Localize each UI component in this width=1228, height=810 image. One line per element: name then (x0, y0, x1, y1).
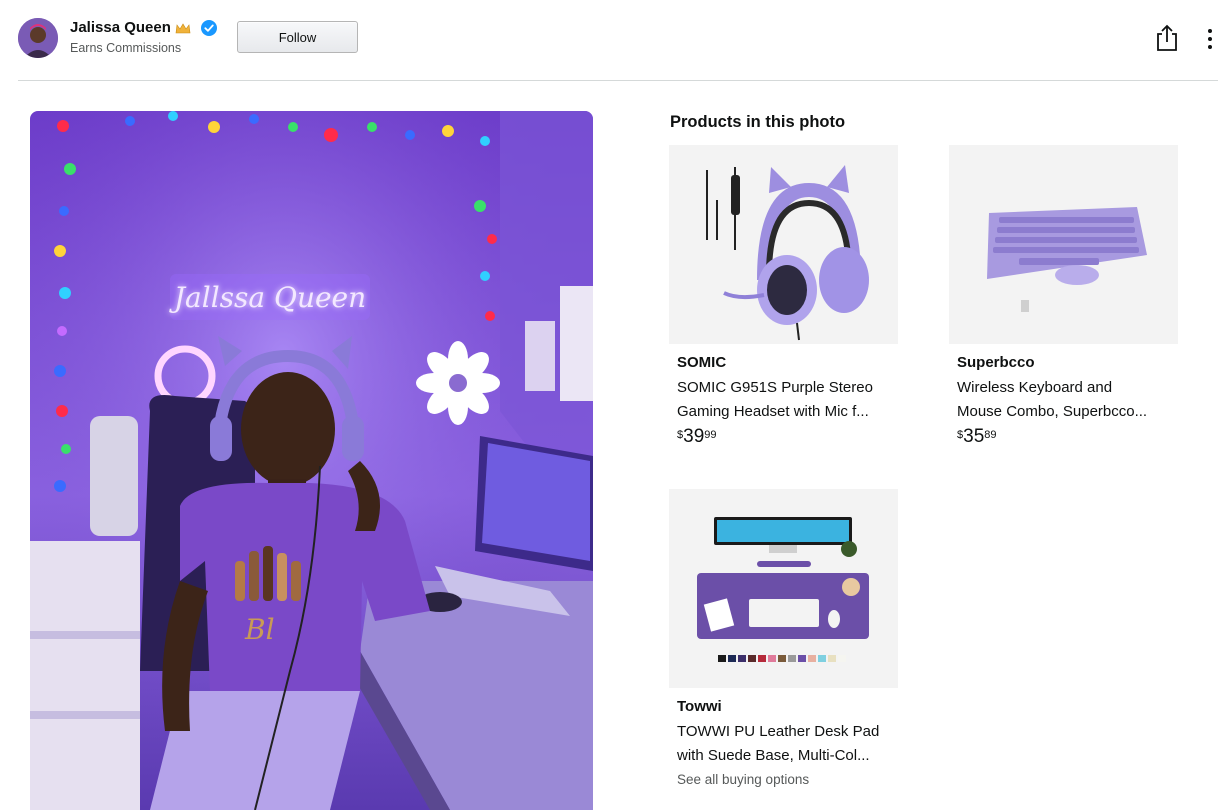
gaming-setup-photo[interactable]: Jallssa Queen Bl (30, 111, 593, 810)
product-title[interactable]: SOMIC G951S Purple Stereo Gaming Headset… (677, 376, 895, 424)
product-title-line: TOWWI PU Leather Desk Pad (677, 723, 880, 740)
see-all-buying-options-link[interactable]: See all buying options (677, 772, 899, 787)
product-brand: Towwi (677, 698, 722, 715)
product-card-somic[interactable]: SOMIC SOMIC G951S Purple Stereo Gaming H… (669, 145, 899, 447)
product-price: $ 39 99 (677, 427, 899, 447)
price-fraction: 99 (704, 429, 717, 441)
more-vertical-icon[interactable] (1203, 26, 1217, 52)
creator-name[interactable]: Jalissa Queen (70, 19, 171, 36)
product-brand: Superbcco (957, 354, 1035, 371)
product-image-headset[interactable] (669, 145, 898, 344)
neon-sign-text: Jallssa Queen (169, 281, 366, 314)
crown-icon (175, 22, 191, 34)
product-card-towwi[interactable]: Towwi TOWWI PU Leather Desk Pad with Sue… (669, 489, 899, 787)
product-card-superbcco[interactable]: Superbcco Wireless Keyboard and Mouse Co… (949, 145, 1179, 447)
verified-badge-icon (200, 19, 217, 36)
product-brand: SOMIC (677, 354, 727, 371)
creator-subtitle: Earns Commissions (70, 41, 182, 55)
product-title-line: SOMIC G951S Purple Stereo (677, 379, 873, 396)
creator-avatar[interactable] (18, 18, 58, 58)
header-divider (18, 80, 1218, 81)
price-whole: 35 (963, 426, 985, 447)
creator-header: Jalissa Queen Earns Commissions Follow (0, 0, 1228, 80)
follow-button[interactable]: Follow (237, 21, 358, 53)
svg-text:Bl: Bl (244, 613, 275, 646)
price-whole: 39 (683, 426, 705, 447)
product-image-desk-pad[interactable] (669, 489, 898, 688)
product-title-line: Wireless Keyboard and (957, 379, 1113, 396)
price-fraction: 89 (984, 429, 997, 441)
product-image-keyboard[interactable] (949, 145, 1178, 344)
product-title[interactable]: TOWWI PU Leather Desk Pad with Suede Bas… (677, 720, 895, 768)
product-title-line: Gaming Headset with Mic f... (677, 403, 869, 420)
products-heading: Products in this photo (670, 113, 846, 131)
product-title-line: with Suede Base, Multi-Col... (677, 747, 870, 764)
product-title[interactable]: Wireless Keyboard and Mouse Combo, Super… (957, 376, 1175, 424)
product-title-line: Mouse Combo, Superbcco... (957, 403, 1148, 420)
product-price: $ 35 89 (957, 427, 1179, 447)
share-icon[interactable] (1154, 24, 1180, 52)
